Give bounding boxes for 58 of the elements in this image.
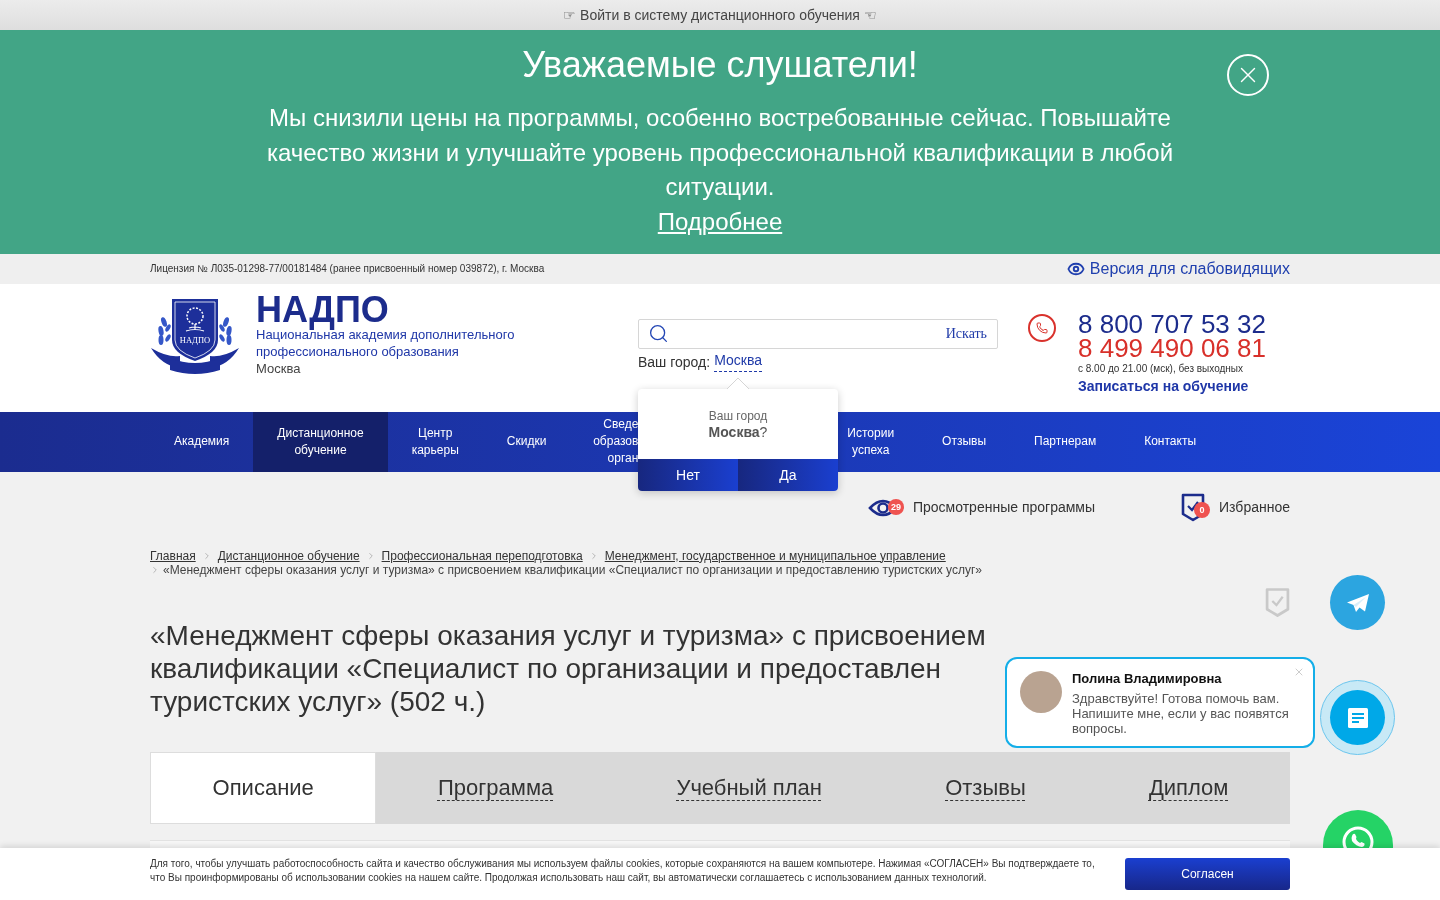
city-name: Москва? <box>707 424 769 440</box>
laurel-branch-drawing <box>158 316 171 345</box>
laurel-branch-drawing <box>219 316 232 345</box>
phone-icon <box>1028 313 1056 342</box>
bookmark-shield-icon <box>1265 586 1290 618</box>
count-badge: 29 <box>887 498 904 515</box>
nav-link[interactable]: Контакты <box>1120 411 1220 472</box>
page-title: «Менеджмент сферы оказания услуг и туризма» с присвоением квалификации «Специалист по организации и предоставлен туристских услуг» (502 ч.) <box>150 618 987 718</box>
operator-name: Полина Владимировна <box>1072 671 1223 687</box>
nav-link[interactable]: Академия <box>150 411 254 472</box>
signup-link[interactable]: Записаться на обучение <box>1078 376 1266 395</box>
favorites-link[interactable]: 0 Избранное <box>1181 493 1290 522</box>
nav-link[interactable]: Истории успеха <box>838 411 919 472</box>
low-vision-version-link[interactable]: Версия для слабовидящих <box>1066 256 1290 281</box>
brand-city: Москва <box>256 359 302 377</box>
chat-message: Здравствуйте! Готова помочь вам. Напишите мне, если у вас появятся вопросы. <box>1072 691 1290 736</box>
count-badge: 0 <box>1194 502 1211 518</box>
search-icon <box>648 323 669 344</box>
search-button[interactable]: Искать <box>945 323 987 344</box>
phone-bubble-button[interactable] <box>1323 810 1393 848</box>
city-label: Ваш город: <box>638 352 711 372</box>
nav-link[interactable]: Центр карьеры <box>387 411 483 472</box>
city-question: Ваш город <box>707 409 769 424</box>
working-hours: с 8.00 до 21.00 (мск), без выходных <box>1078 361 1245 376</box>
chevron-icon <box>150 564 160 575</box>
nav-link[interactable]: Дистанционное обучение <box>253 411 388 472</box>
announcement-title: Уважаемые слушатели! <box>522 44 918 86</box>
city-answer-button[interactable]: Нет <box>638 459 738 491</box>
breadcrumb-link[interactable]: Главная <box>150 548 196 563</box>
avatar-placeholder <box>1020 671 1062 713</box>
close-icon <box>1293 666 1305 678</box>
emblem-text: НАДПО <box>179 334 211 345</box>
phone-number[interactable]: 8 499 490 06 81 <box>1078 335 1266 360</box>
document-icon <box>1347 707 1368 728</box>
cookie-notice-text: Для того, чтобы улучшать работоспособность сайта и качество обслуживания мы используем файлы cookies, которые сохраняются на вашем компьютере. Нажимая «СОГЛАСЕН» Вы подтверждаете то, что Вы проинформированы об использовании cookies на нашем сайте. Продолжая использовать наш сайт, вы автоматически соглашаетесь с использованием данных технологий. <box>150 857 1096 885</box>
city-answer-button[interactable]: Да <box>738 459 838 491</box>
license-text: Лицензия № Л035-01298-77/00181484 (ранее присвоенный номер 039872), г. Москва <box>150 262 545 276</box>
breadcrumb-link[interactable]: Профессиональная переподготовка <box>381 548 583 563</box>
nav-link[interactable]: Сведе образов орган <box>570 411 639 472</box>
paper-plane-icon <box>1345 592 1370 613</box>
phone-number[interactable]: 8 800 707 53 32 <box>1078 311 1266 336</box>
nav-link[interactable]: Партнерам <box>1010 411 1121 472</box>
close-button[interactable] <box>1227 54 1269 96</box>
breadcrumb-link[interactable]: Дистанционное обучение <box>217 548 360 563</box>
breadcrumb-link[interactable]: Менеджмент, государственное и муниципальное управление <box>604 548 946 563</box>
tab[interactable]: Описание <box>150 751 377 824</box>
viewed-programs-link[interactable]: 29 Просмотренные программы <box>867 497 1096 518</box>
nav-link[interactable]: Отзывы <box>918 411 1011 472</box>
agree-button[interactable]: Согласен <box>1125 858 1290 890</box>
distance-learning-login-link[interactable]: ☞ Войти в систему дистанционного обучения ☜ <box>563 6 877 24</box>
search-field[interactable]: Искать <box>638 318 998 349</box>
breadcrumb-current: «Менеджмент сферы оказания услуг и туризма» с присвоением квалификации «Специалист по организации и предоставлению туристских услуг» <box>163 562 982 577</box>
paper-plane-button[interactable] <box>1330 575 1385 630</box>
nav-link[interactable]: Скидки <box>482 411 571 472</box>
chat-close-button[interactable] <box>1293 666 1305 678</box>
city-link[interactable]: Москва <box>714 351 762 372</box>
popup-pointer-icon <box>727 378 749 389</box>
announcement-text: Мы снизили цены на программы, особенно востребованные сейчас. Повышайте качество жизни и улучшайте уровень профессиональной квалификации в любой ситуации. <box>265 103 1175 202</box>
